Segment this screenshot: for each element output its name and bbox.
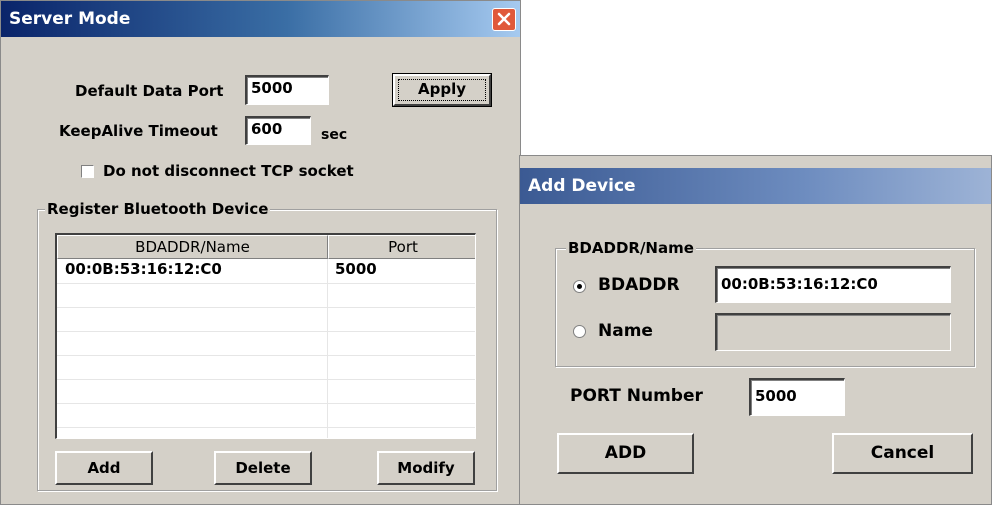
bdaddr-radio-label: BDADDR [598, 275, 680, 295]
list-row-empty [57, 283, 475, 308]
name-radio-label: Name [598, 321, 653, 341]
window-title: Server Mode [9, 9, 131, 29]
default-data-port-input[interactable]: 5000 [245, 75, 329, 105]
window-title: Add Device [528, 176, 636, 196]
radio-selected-dot [577, 284, 582, 289]
port-number-label: PORT Number [570, 386, 703, 406]
add-device-button[interactable]: ADD [557, 433, 694, 474]
bdaddr-input[interactable]: 00:0B:53:16:12:C0 [715, 266, 951, 303]
no-disconnect-label: Do not disconnect TCP socket [103, 162, 354, 180]
name-radio[interactable] [573, 325, 586, 338]
row-port: 5000 [335, 260, 377, 278]
device-list[interactable]: BDADDR/Name Port 00:0B:53:16:12:C0 5000 [55, 233, 476, 439]
focus-rect [398, 79, 486, 101]
delete-button[interactable]: Delete [214, 451, 312, 485]
modify-button[interactable]: Modify [377, 451, 475, 485]
close-button[interactable] [492, 8, 516, 31]
apply-button[interactable]: Apply [392, 73, 492, 107]
list-row-empty [57, 379, 475, 404]
keepalive-label: KeepAlive Timeout [59, 122, 218, 140]
register-bluetooth-group-title: Register Bluetooth Device [45, 200, 271, 218]
list-row-empty [57, 307, 475, 332]
close-icon [497, 12, 511, 26]
keepalive-unit: sec [321, 127, 348, 143]
add-device-window: Add Device BDADDR/Name BDADDR 00:0B:53:1… [519, 155, 992, 505]
name-input[interactable] [715, 313, 951, 351]
list-row-empty [57, 331, 475, 356]
list-row-empty [57, 355, 475, 380]
column-header-bdaddr[interactable]: BDADDR/Name [57, 235, 328, 259]
port-number-input[interactable]: 5000 [749, 378, 845, 416]
list-row[interactable]: 00:0B:53:16:12:C0 5000 [57, 259, 475, 284]
server-mode-titlebar[interactable]: Server Mode [1, 1, 520, 37]
no-disconnect-checkbox[interactable] [81, 165, 94, 178]
keepalive-input[interactable]: 600 [245, 116, 311, 145]
default-data-port-label: Default Data Port [75, 82, 224, 100]
bdaddr-name-group-title: BDADDR/Name [566, 239, 696, 257]
list-row-empty [57, 403, 475, 428]
add-button[interactable]: Add [55, 451, 153, 485]
add-device-titlebar[interactable]: Add Device [520, 168, 991, 204]
cancel-button[interactable]: Cancel [832, 433, 973, 474]
server-mode-window: Server Mode Default Data Port 5000 Apply… [0, 0, 521, 505]
row-bdaddr: 00:0B:53:16:12:C0 [65, 260, 222, 278]
column-header-port[interactable]: Port [328, 235, 475, 259]
bdaddr-radio[interactable] [573, 280, 586, 293]
